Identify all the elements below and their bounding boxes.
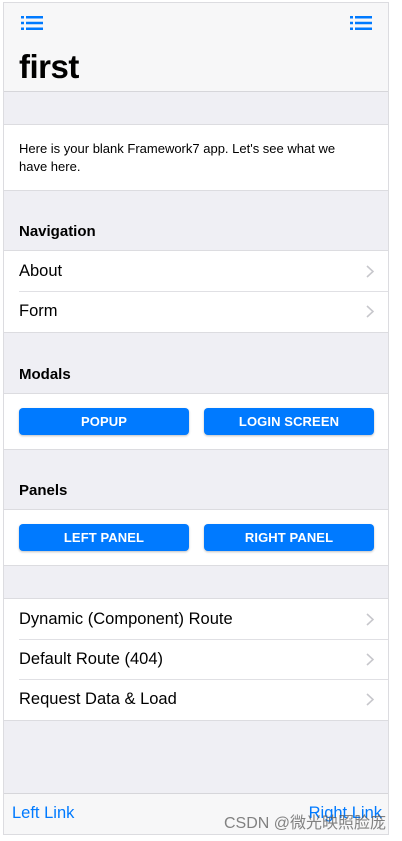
modals-button-row: Popup Login Screen — [19, 408, 374, 435]
app-frame: first Here is your blank Framework7 app.… — [3, 2, 389, 835]
list-icon — [350, 16, 372, 30]
list-item-label: Dynamic (Component) Route — [19, 609, 233, 628]
intro-block: Here is your blank Framework7 app. Let's… — [4, 124, 388, 191]
right-link[interactable]: Right Link — [309, 804, 382, 823]
login-screen-button[interactable]: Login Screen — [204, 408, 374, 435]
routes-list: Dynamic (Component) Route Default Route … — [4, 598, 388, 721]
panels-title: Panels — [19, 482, 68, 499]
left-panel-list-icon[interactable] — [21, 15, 43, 31]
page-title: first — [19, 48, 79, 85]
chevron-right-icon — [366, 693, 374, 706]
chevron-right-icon — [366, 613, 374, 626]
list-item-about[interactable]: About — [4, 251, 388, 291]
list-item-request-data[interactable]: Request Data & Load — [4, 679, 388, 719]
list-item-label: Default Route (404) — [19, 649, 163, 668]
chevron-right-icon — [366, 653, 374, 666]
list-item-label: Form — [19, 301, 58, 320]
list-item-label: Request Data & Load — [19, 689, 177, 708]
popup-button[interactable]: Popup — [19, 408, 189, 435]
list-item-label: About — [19, 261, 63, 280]
bottom-toolbar: Left Link Right Link — [4, 793, 388, 834]
panels-button-row: Left Panel Right Panel — [19, 524, 374, 551]
left-link[interactable]: Left Link — [12, 804, 74, 823]
panels-block: Left Panel Right Panel — [4, 509, 388, 566]
left-panel-button[interactable]: Left Panel — [19, 524, 189, 551]
modals-title: Modals — [19, 366, 71, 383]
list-item-form[interactable]: Form — [4, 291, 388, 331]
modals-block: Popup Login Screen — [4, 393, 388, 450]
navigation-title: Navigation — [19, 223, 96, 240]
list-icon — [21, 16, 43, 30]
list-item-dynamic-route[interactable]: Dynamic (Component) Route — [4, 599, 388, 639]
navigation-list: About Form — [4, 250, 388, 333]
right-panel-button[interactable]: Right Panel — [204, 524, 374, 551]
list-item-default-route[interactable]: Default Route (404) — [4, 639, 388, 679]
chevron-right-icon — [366, 305, 374, 318]
right-panel-list-icon[interactable] — [350, 15, 372, 31]
chevron-right-icon — [366, 265, 374, 278]
intro-text: Here is your blank Framework7 app. Let's… — [19, 141, 336, 174]
navbar: first — [4, 3, 388, 92]
